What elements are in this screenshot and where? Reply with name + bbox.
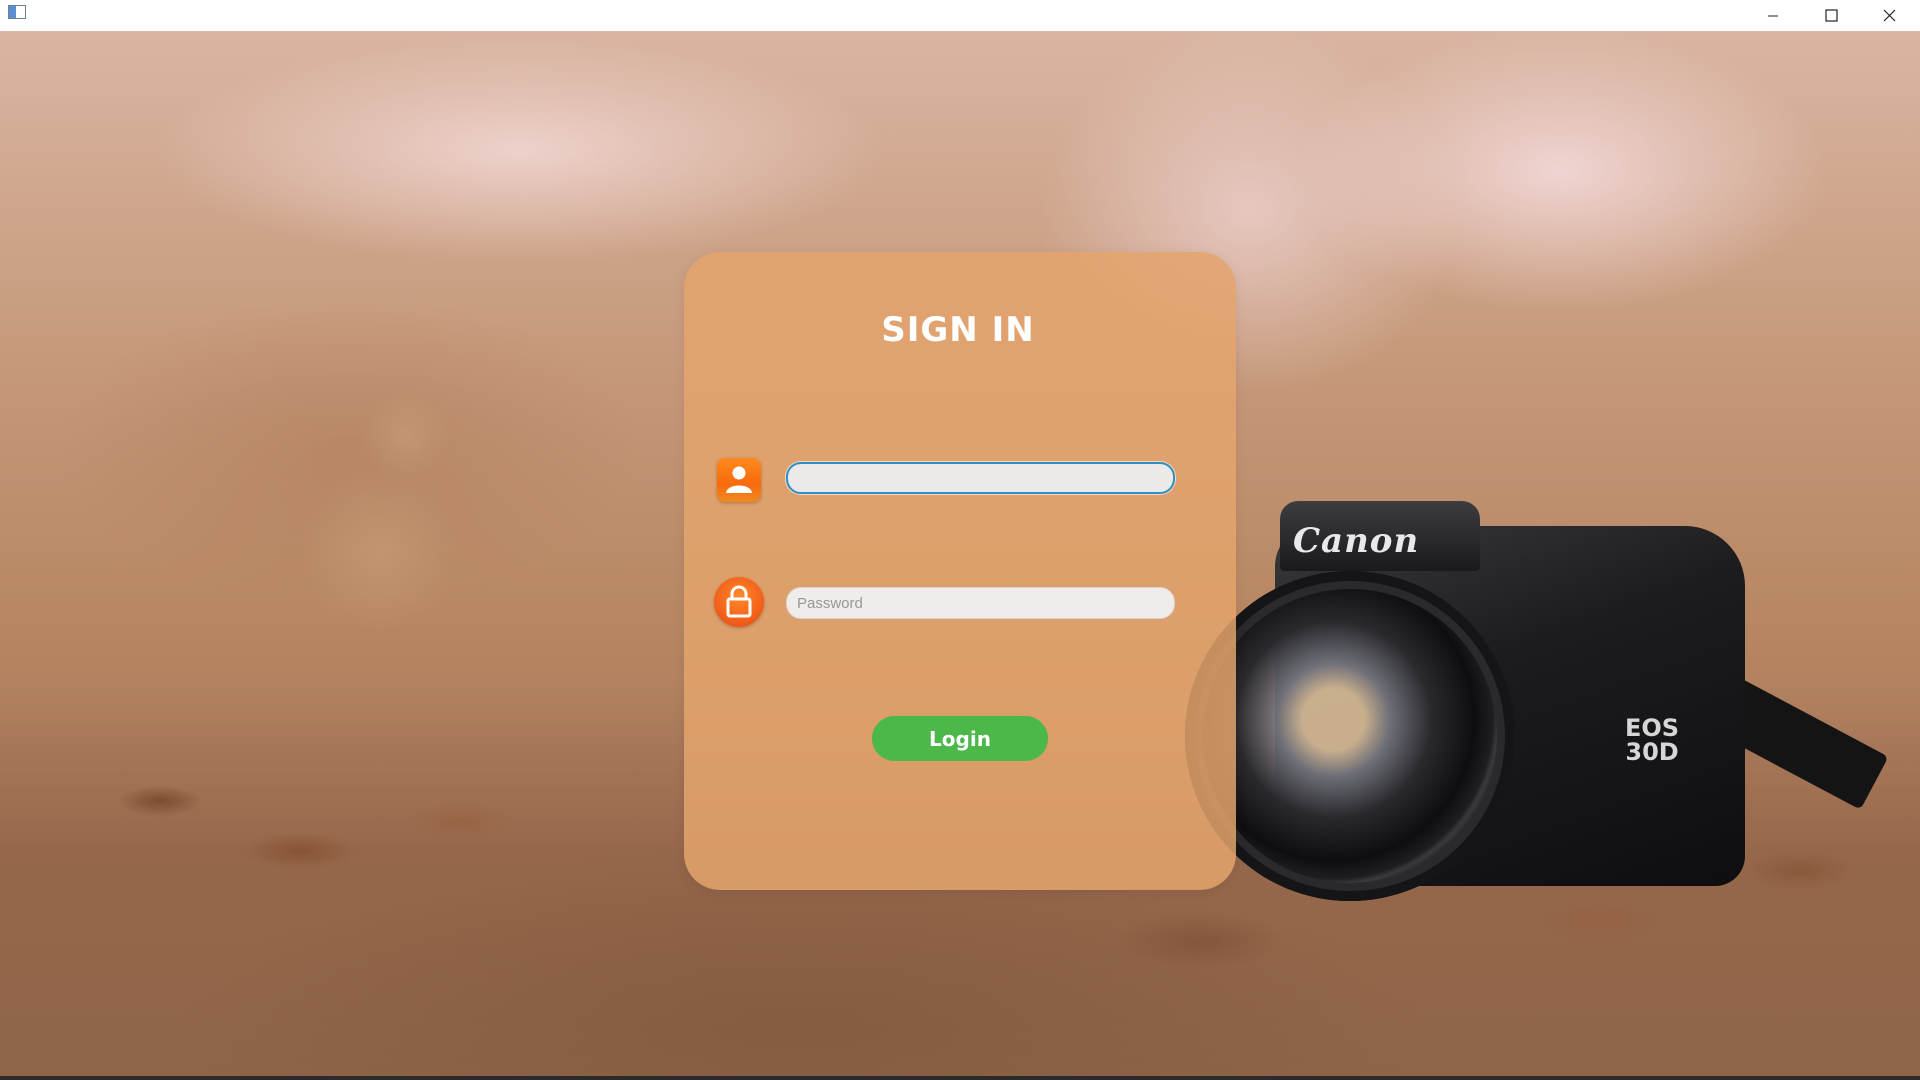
title-bar [0, 0, 1920, 31]
bokeh-light [300, 471, 460, 631]
lock-icon-glyph [726, 585, 752, 618]
camera-model-line1: EOS [1625, 714, 1680, 742]
login-card: SIGN IN Login [684, 252, 1236, 890]
camera-model-text: EOS 30D [1625, 716, 1679, 764]
user-icon-glyph [726, 466, 752, 493]
minimize-button[interactable] [1744, 0, 1802, 31]
maximize-icon [1824, 9, 1838, 22]
password-input[interactable] [786, 587, 1175, 619]
camera-brand-text: Canon [1293, 521, 1420, 561]
lock-icon [714, 577, 764, 627]
camera-model-line2: 30D [1625, 738, 1679, 766]
bokeh-light [360, 391, 450, 481]
login-window: Canon EOS 30D SIGN IN Login [0, 0, 1920, 1080]
user-icon [717, 458, 761, 502]
login-button[interactable]: Login [872, 716, 1048, 761]
maximize-button[interactable] [1802, 0, 1860, 31]
close-button[interactable] [1860, 0, 1918, 31]
username-input[interactable] [786, 462, 1175, 494]
minimize-icon [1768, 15, 1778, 16]
window-bottom-edge [0, 1076, 1920, 1080]
camera-image: Canon EOS 30D [1185, 501, 1889, 931]
close-icon [1883, 9, 1895, 22]
sign-in-title: SIGN IN [881, 310, 1035, 350]
window-app-icon [8, 5, 26, 19]
